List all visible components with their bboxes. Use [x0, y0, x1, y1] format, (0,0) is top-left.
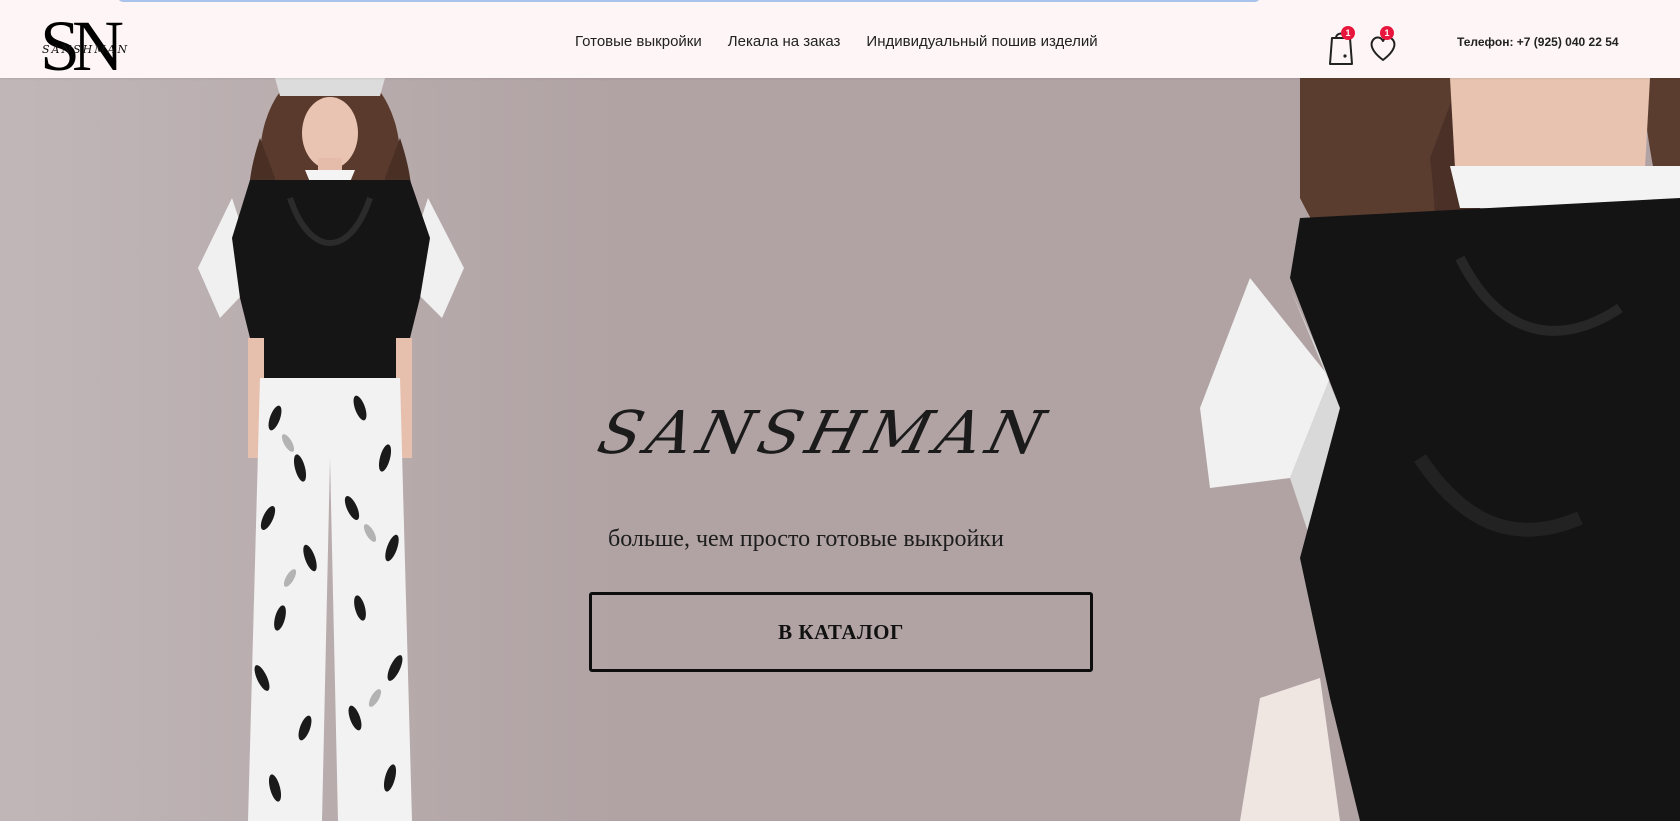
- cart-button[interactable]: 1: [1326, 26, 1360, 66]
- page: SN SANSHMAN Готовые выкройки Лекала на з…: [0, 0, 1680, 821]
- model-right-image: [1200, 78, 1680, 821]
- site-logo[interactable]: SN SANSHMAN: [40, 6, 140, 86]
- catalog-button[interactable]: В КАТАЛОГ: [589, 592, 1093, 672]
- cart-count-badge: 1: [1341, 26, 1355, 40]
- hero-section: SANSHMAN больше, чем просто готовые выкр…: [0, 78, 1680, 821]
- browser-address-bar[interactable]: [118, 0, 1260, 2]
- site-header: SN SANSHMAN Готовые выкройки Лекала на з…: [0, 0, 1680, 86]
- favorites-button[interactable]: 1: [1368, 26, 1402, 66]
- nav-ready-patterns[interactable]: Готовые выкройки: [575, 33, 702, 50]
- model-left-image: [198, 78, 464, 821]
- browser-address-strip: [0, 0, 1680, 8]
- favorites-count-badge: 1: [1380, 26, 1394, 40]
- main-nav: Готовые выкройки Лекала на заказ Индивид…: [575, 33, 1098, 50]
- phone-number[interactable]: Телефон: +7 (925) 040 22 54: [1457, 35, 1619, 49]
- logo-mark: SN SANSHMAN: [40, 6, 131, 86]
- hero-brand-title: SANSHMAN: [591, 397, 1058, 468]
- hero-tagline: больше, чем просто готовые выкройки: [608, 526, 1004, 552]
- nav-individual-tailoring[interactable]: Индивидуальный пошив изделий: [866, 33, 1097, 50]
- logo-script: SANSHMAN: [42, 43, 129, 56]
- nav-custom-patterns[interactable]: Лекала на заказ: [728, 33, 841, 50]
